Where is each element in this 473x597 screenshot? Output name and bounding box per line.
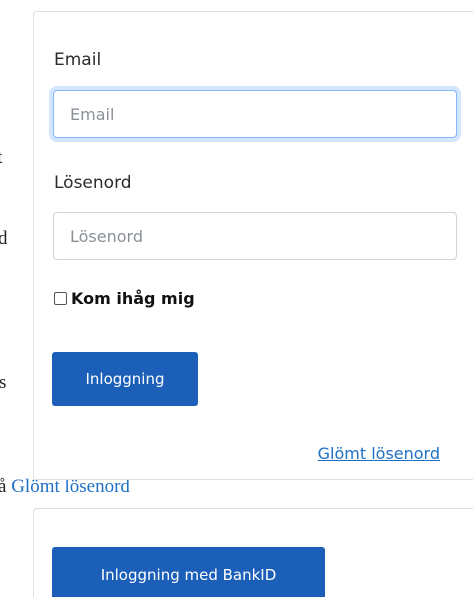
- remember-me-label[interactable]: Kom ihåg mig: [71, 289, 195, 308]
- password-label: Lösenord: [54, 173, 132, 193]
- email-label: Email: [54, 50, 102, 70]
- bankid-card: Inloggning med BankID: [33, 508, 473, 597]
- remember-me-row[interactable]: Kom ihåg mig: [54, 289, 195, 308]
- bankid-login-button[interactable]: Inloggning med BankID: [52, 547, 325, 597]
- login-page: l tt d s å Glömt lösenord Email Lösenord…: [0, 0, 473, 597]
- email-input[interactable]: [53, 90, 457, 138]
- login-card: Email Lösenord Kom ihåg mig Inloggning G…: [33, 11, 473, 480]
- remember-me-checkbox[interactable]: [54, 292, 67, 305]
- background-text-fragment: tt: [0, 147, 3, 169]
- background-text-fragment: s: [0, 372, 7, 393]
- background-text-fragment: d: [0, 228, 8, 249]
- background-text-fragment: å: [0, 476, 7, 497]
- login-button[interactable]: Inloggning: [52, 352, 198, 406]
- password-input[interactable]: [53, 212, 457, 260]
- forgot-password-link[interactable]: Glömt lösenord: [318, 444, 440, 463]
